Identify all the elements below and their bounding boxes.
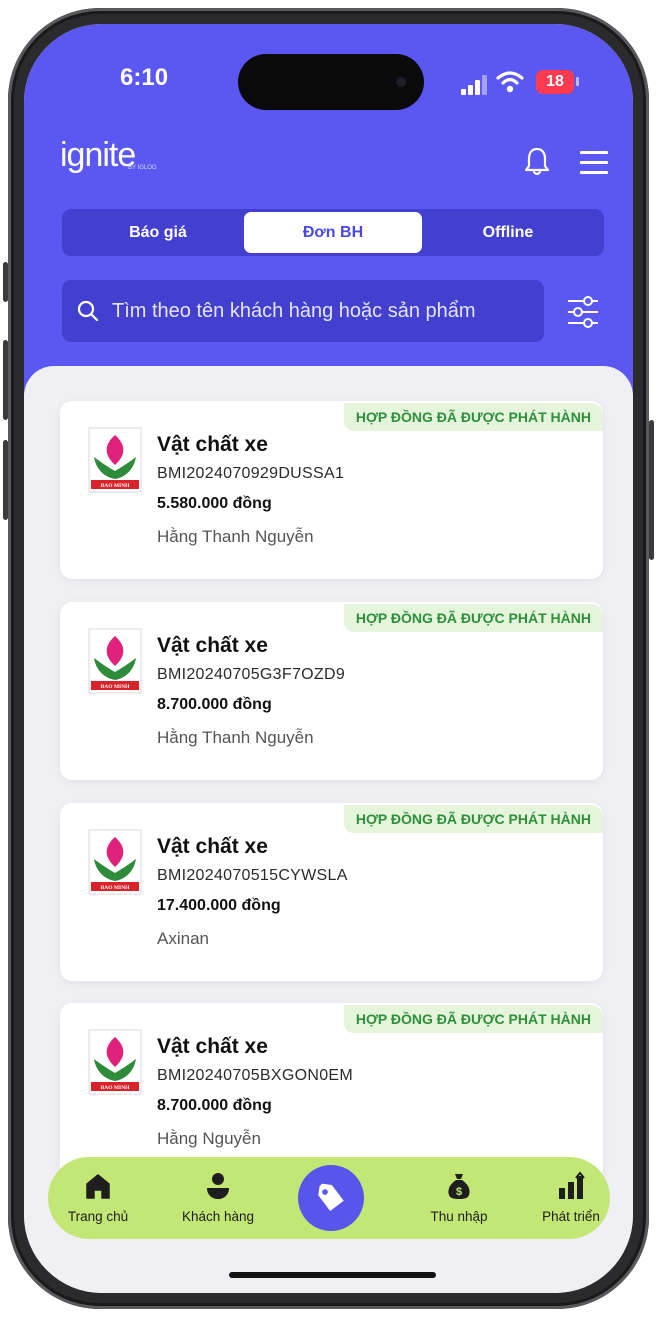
customer-name: Hằng Nguyễn: [157, 1129, 261, 1148]
nav-label: Trang chủ: [67, 1209, 129, 1224]
status-time: 6:10: [120, 64, 169, 91]
filter-sliders-icon[interactable]: [566, 294, 600, 330]
nav-income[interactable]: $ Thu nhập: [423, 1157, 495, 1239]
battery-cap: [576, 77, 579, 86]
nav-label: Khách hàng: [181, 1209, 255, 1224]
tab-bar: Báo giá Đơn BH Offline: [62, 209, 604, 256]
tag-icon: [318, 1183, 344, 1212]
search-box: [62, 280, 544, 342]
app-logo: ignite: [60, 136, 136, 174]
product-name: Vật chất xe: [157, 835, 268, 858]
contract-number: BMI20240705BXGON0EM: [157, 1067, 354, 1084]
tab-offline[interactable]: Offline: [419, 212, 597, 253]
premium-amount: 8.700.000 đồng: [157, 1097, 272, 1114]
volume-up-button: [3, 340, 8, 420]
home-indicator[interactable]: [229, 1272, 436, 1278]
action-button: [3, 262, 8, 302]
camera-dot: [396, 77, 406, 87]
status-badge: HỢP ĐỒNG ĐÃ ĐƯỢC PHÁT HÀNH: [343, 604, 603, 632]
cellular-signal-icon: [461, 75, 489, 95]
premium-amount: 17.400.000 đồng: [157, 897, 281, 914]
customer-name: Hằng Thanh Nguyễn: [157, 527, 314, 546]
hamburger-menu-icon[interactable]: [580, 150, 608, 174]
contract-number: BMI20240705G3F7OZD9: [157, 666, 346, 683]
bao-minh-logo: BAO MINH: [88, 628, 142, 694]
premium-amount: 8.700.000 đồng: [157, 696, 272, 713]
customer-icon: [207, 1173, 229, 1199]
svg-text:$: $: [456, 1186, 462, 1198]
policy-card[interactable]: HỢP ĐỒNG ĐÃ ĐƯỢC PHÁT HÀNH BAO MINH Vật …: [60, 803, 603, 981]
notification-bell-icon[interactable]: [524, 146, 550, 176]
money-bag-icon: $: [448, 1174, 470, 1199]
volume-down-button: [3, 440, 8, 520]
screen: 6:10 18 ignite BY IGLOO Báo giá Đơn BH O…: [24, 24, 633, 1293]
premium-amount: 5.580.000 đồng: [157, 495, 272, 512]
home-icon: [86, 1174, 110, 1199]
wifi-icon: [496, 71, 524, 93]
contract-number: BMI2024070515CYWSLA: [157, 867, 348, 884]
power-button: [649, 420, 654, 560]
customer-name: Hằng Thanh Nguyễn: [157, 728, 314, 747]
nav-growth[interactable]: Phát triển: [535, 1157, 607, 1239]
bottom-nav: Trang chủ Khách hàng $ Thu nhập Phát tri…: [48, 1157, 610, 1239]
bao-minh-logo: BAO MINH: [88, 829, 142, 895]
svg-text:BAO MINH: BAO MINH: [101, 483, 131, 489]
customer-name: Axinan: [157, 929, 209, 948]
policy-card[interactable]: HỢP ĐỒNG ĐÃ ĐƯỢC PHÁT HÀNH BAO MINH Vật …: [60, 1003, 603, 1181]
product-name: Vật chất xe: [157, 634, 268, 657]
search-icon: [77, 300, 99, 322]
status-badge: HỢP ĐỒNG ĐÃ ĐƯỢC PHÁT HÀNH: [343, 403, 603, 431]
app-header: 6:10 18 ignite BY IGLOO Báo giá Đơn BH O…: [24, 24, 633, 424]
nav-customers[interactable]: Khách hàng: [182, 1157, 254, 1239]
contract-number: BMI2024070929DUSSA1: [157, 465, 345, 482]
svg-text:BAO MINH: BAO MINH: [101, 684, 131, 690]
svg-text:BAO MINH: BAO MINH: [101, 1085, 131, 1091]
product-name: Vật chất xe: [157, 433, 268, 456]
product-name: Vật chất xe: [157, 1035, 268, 1058]
nav-home[interactable]: Trang chủ: [62, 1157, 134, 1239]
search-input[interactable]: [112, 280, 532, 342]
app-logo-sub: BY IGLOO: [128, 165, 157, 171]
battery-indicator: 18: [536, 70, 574, 94]
tab-policies[interactable]: Đơn BH: [244, 212, 422, 253]
policy-card[interactable]: HỢP ĐỒNG ĐÃ ĐƯỢC PHÁT HÀNH BAO MINH Vật …: [60, 602, 603, 780]
tab-quotes[interactable]: Báo giá: [69, 212, 247, 253]
policy-list: HỢP ĐỒNG ĐÃ ĐƯỢC PHÁT HÀNH BAO MINH Vật …: [24, 366, 633, 1293]
status-badge: HỢP ĐỒNG ĐÃ ĐƯỢC PHÁT HÀNH: [343, 1005, 603, 1033]
growth-chart-icon: [559, 1171, 585, 1199]
nav-label: Phát triển: [542, 1209, 600, 1224]
bao-minh-logo: BAO MINH: [88, 1029, 142, 1095]
tag-action-button[interactable]: [298, 1165, 364, 1231]
status-badge: HỢP ĐỒNG ĐÃ ĐƯỢC PHÁT HÀNH: [343, 805, 603, 833]
policy-card[interactable]: HỢP ĐỒNG ĐÃ ĐƯỢC PHÁT HÀNH BAO MINH Vật …: [60, 401, 603, 579]
bao-minh-logo: BAO MINH: [88, 427, 142, 493]
svg-text:BAO MINH: BAO MINH: [101, 885, 131, 891]
